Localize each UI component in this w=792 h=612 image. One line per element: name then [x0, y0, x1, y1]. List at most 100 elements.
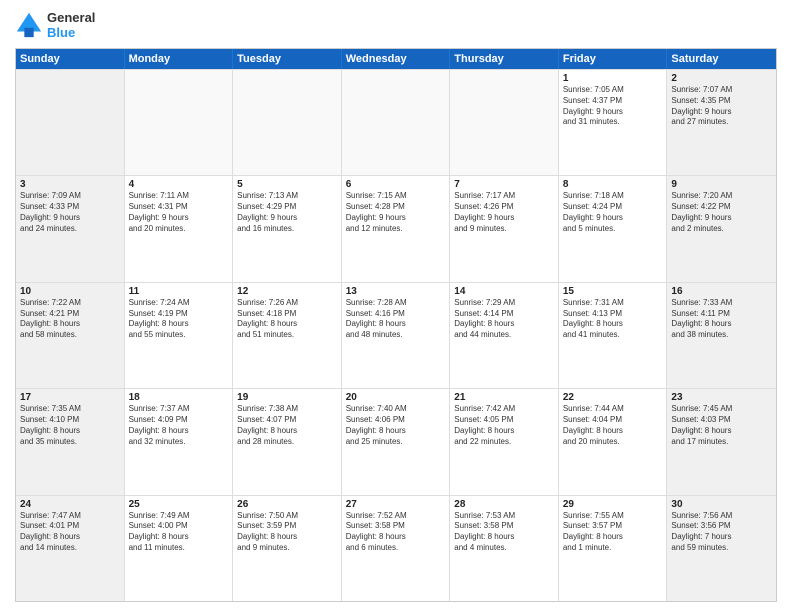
cal-cell-6: 6Sunrise: 7:15 AM Sunset: 4:28 PM Daylig… [342, 176, 451, 281]
cell-text: Sunrise: 7:20 AM Sunset: 4:22 PM Dayligh… [671, 191, 772, 234]
cal-cell-29: 29Sunrise: 7:55 AM Sunset: 3:57 PM Dayli… [559, 496, 668, 601]
day-number: 19 [237, 392, 337, 403]
day-number: 25 [129, 499, 229, 510]
day-number: 13 [346, 286, 446, 297]
cell-text: Sunrise: 7:13 AM Sunset: 4:29 PM Dayligh… [237, 191, 337, 234]
cal-cell-23: 23Sunrise: 7:45 AM Sunset: 4:03 PM Dayli… [667, 389, 776, 494]
cell-text: Sunrise: 7:24 AM Sunset: 4:19 PM Dayligh… [129, 298, 229, 341]
cell-text: Sunrise: 7:55 AM Sunset: 3:57 PM Dayligh… [563, 511, 663, 554]
day-number: 7 [454, 179, 554, 190]
cal-cell-15: 15Sunrise: 7:31 AM Sunset: 4:13 PM Dayli… [559, 283, 668, 388]
cal-cell-3: 3Sunrise: 7:09 AM Sunset: 4:33 PM Daylig… [16, 176, 125, 281]
cal-cell-9: 9Sunrise: 7:20 AM Sunset: 4:22 PM Daylig… [667, 176, 776, 281]
cell-text: Sunrise: 7:52 AM Sunset: 3:58 PM Dayligh… [346, 511, 446, 554]
day-number: 12 [237, 286, 337, 297]
week-row-1: 1Sunrise: 7:05 AM Sunset: 4:37 PM Daylig… [16, 69, 776, 175]
cell-text: Sunrise: 7:37 AM Sunset: 4:09 PM Dayligh… [129, 404, 229, 447]
cal-cell-2: 2Sunrise: 7:07 AM Sunset: 4:35 PM Daylig… [667, 70, 776, 175]
week-row-3: 10Sunrise: 7:22 AM Sunset: 4:21 PM Dayli… [16, 282, 776, 388]
cell-text: Sunrise: 7:15 AM Sunset: 4:28 PM Dayligh… [346, 191, 446, 234]
cal-cell-27: 27Sunrise: 7:52 AM Sunset: 3:58 PM Dayli… [342, 496, 451, 601]
header-cell-tuesday: Tuesday [233, 49, 342, 69]
cell-text: Sunrise: 7:28 AM Sunset: 4:16 PM Dayligh… [346, 298, 446, 341]
day-number: 23 [671, 392, 772, 403]
cell-text: Sunrise: 7:44 AM Sunset: 4:04 PM Dayligh… [563, 404, 663, 447]
cell-text: Sunrise: 7:42 AM Sunset: 4:05 PM Dayligh… [454, 404, 554, 447]
day-number: 5 [237, 179, 337, 190]
cal-cell-empty-4 [450, 70, 559, 175]
calendar: SundayMondayTuesdayWednesdayThursdayFrid… [15, 48, 777, 602]
cell-text: Sunrise: 7:33 AM Sunset: 4:11 PM Dayligh… [671, 298, 772, 341]
header: General Blue [15, 10, 777, 40]
day-number: 2 [671, 73, 772, 84]
cell-text: Sunrise: 7:47 AM Sunset: 4:01 PM Dayligh… [20, 511, 120, 554]
header-cell-wednesday: Wednesday [342, 49, 451, 69]
page: General Blue SundayMondayTuesdayWednesda… [0, 0, 792, 612]
cell-text: Sunrise: 7:07 AM Sunset: 4:35 PM Dayligh… [671, 85, 772, 128]
week-row-4: 17Sunrise: 7:35 AM Sunset: 4:10 PM Dayli… [16, 388, 776, 494]
logo-text: General Blue [47, 10, 95, 40]
cal-cell-empty-0 [16, 70, 125, 175]
header-cell-thursday: Thursday [450, 49, 559, 69]
day-number: 18 [129, 392, 229, 403]
cal-cell-20: 20Sunrise: 7:40 AM Sunset: 4:06 PM Dayli… [342, 389, 451, 494]
header-cell-saturday: Saturday [667, 49, 776, 69]
day-number: 10 [20, 286, 120, 297]
day-number: 15 [563, 286, 663, 297]
cal-cell-28: 28Sunrise: 7:53 AM Sunset: 3:58 PM Dayli… [450, 496, 559, 601]
cell-text: Sunrise: 7:18 AM Sunset: 4:24 PM Dayligh… [563, 191, 663, 234]
logo: General Blue [15, 10, 95, 40]
cal-cell-empty-1 [125, 70, 234, 175]
day-number: 3 [20, 179, 120, 190]
cell-text: Sunrise: 7:49 AM Sunset: 4:00 PM Dayligh… [129, 511, 229, 554]
day-number: 8 [563, 179, 663, 190]
cal-cell-24: 24Sunrise: 7:47 AM Sunset: 4:01 PM Dayli… [16, 496, 125, 601]
cal-cell-30: 30Sunrise: 7:56 AM Sunset: 3:56 PM Dayli… [667, 496, 776, 601]
cell-text: Sunrise: 7:09 AM Sunset: 4:33 PM Dayligh… [20, 191, 120, 234]
day-number: 1 [563, 73, 663, 84]
cal-cell-22: 22Sunrise: 7:44 AM Sunset: 4:04 PM Dayli… [559, 389, 668, 494]
cal-cell-7: 7Sunrise: 7:17 AM Sunset: 4:26 PM Daylig… [450, 176, 559, 281]
cal-cell-5: 5Sunrise: 7:13 AM Sunset: 4:29 PM Daylig… [233, 176, 342, 281]
day-number: 29 [563, 499, 663, 510]
cell-text: Sunrise: 7:53 AM Sunset: 3:58 PM Dayligh… [454, 511, 554, 554]
cal-cell-25: 25Sunrise: 7:49 AM Sunset: 4:00 PM Dayli… [125, 496, 234, 601]
cell-text: Sunrise: 7:50 AM Sunset: 3:59 PM Dayligh… [237, 511, 337, 554]
cal-cell-empty-3 [342, 70, 451, 175]
day-number: 6 [346, 179, 446, 190]
day-number: 28 [454, 499, 554, 510]
cell-text: Sunrise: 7:29 AM Sunset: 4:14 PM Dayligh… [454, 298, 554, 341]
cal-cell-18: 18Sunrise: 7:37 AM Sunset: 4:09 PM Dayli… [125, 389, 234, 494]
cell-text: Sunrise: 7:31 AM Sunset: 4:13 PM Dayligh… [563, 298, 663, 341]
cell-text: Sunrise: 7:26 AM Sunset: 4:18 PM Dayligh… [237, 298, 337, 341]
day-number: 20 [346, 392, 446, 403]
calendar-body: 1Sunrise: 7:05 AM Sunset: 4:37 PM Daylig… [16, 69, 776, 601]
cal-cell-empty-2 [233, 70, 342, 175]
cell-text: Sunrise: 7:35 AM Sunset: 4:10 PM Dayligh… [20, 404, 120, 447]
day-number: 21 [454, 392, 554, 403]
cell-text: Sunrise: 7:17 AM Sunset: 4:26 PM Dayligh… [454, 191, 554, 234]
day-number: 27 [346, 499, 446, 510]
header-cell-monday: Monday [125, 49, 234, 69]
cal-cell-12: 12Sunrise: 7:26 AM Sunset: 4:18 PM Dayli… [233, 283, 342, 388]
day-number: 4 [129, 179, 229, 190]
cal-cell-14: 14Sunrise: 7:29 AM Sunset: 4:14 PM Dayli… [450, 283, 559, 388]
cell-text: Sunrise: 7:40 AM Sunset: 4:06 PM Dayligh… [346, 404, 446, 447]
day-number: 17 [20, 392, 120, 403]
cell-text: Sunrise: 7:56 AM Sunset: 3:56 PM Dayligh… [671, 511, 772, 554]
cal-cell-1: 1Sunrise: 7:05 AM Sunset: 4:37 PM Daylig… [559, 70, 668, 175]
cal-cell-21: 21Sunrise: 7:42 AM Sunset: 4:05 PM Dayli… [450, 389, 559, 494]
cell-text: Sunrise: 7:05 AM Sunset: 4:37 PM Dayligh… [563, 85, 663, 128]
header-cell-sunday: Sunday [16, 49, 125, 69]
day-number: 9 [671, 179, 772, 190]
day-number: 11 [129, 286, 229, 297]
cal-cell-10: 10Sunrise: 7:22 AM Sunset: 4:21 PM Dayli… [16, 283, 125, 388]
cal-cell-17: 17Sunrise: 7:35 AM Sunset: 4:10 PM Dayli… [16, 389, 125, 494]
day-number: 30 [671, 499, 772, 510]
day-number: 24 [20, 499, 120, 510]
cal-cell-4: 4Sunrise: 7:11 AM Sunset: 4:31 PM Daylig… [125, 176, 234, 281]
cal-cell-8: 8Sunrise: 7:18 AM Sunset: 4:24 PM Daylig… [559, 176, 668, 281]
cell-text: Sunrise: 7:22 AM Sunset: 4:21 PM Dayligh… [20, 298, 120, 341]
cal-cell-26: 26Sunrise: 7:50 AM Sunset: 3:59 PM Dayli… [233, 496, 342, 601]
calendar-header: SundayMondayTuesdayWednesdayThursdayFrid… [16, 49, 776, 69]
